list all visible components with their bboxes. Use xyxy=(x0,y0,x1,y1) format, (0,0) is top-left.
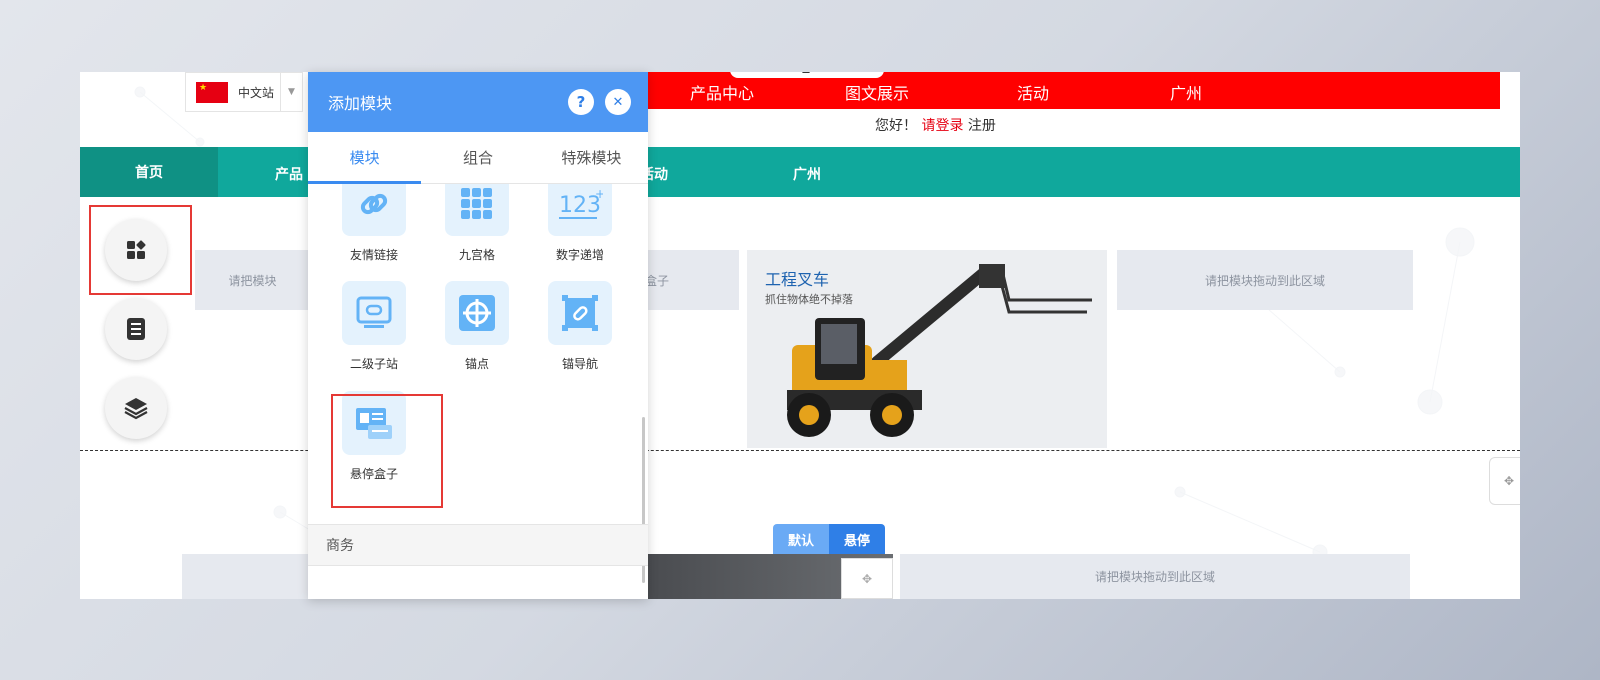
caret-up-icon xyxy=(802,72,810,73)
drop-zone[interactable]: 请把模块拖动到此区域 xyxy=(1117,250,1413,310)
tab-default[interactable]: 默认 xyxy=(773,524,829,554)
top-nav-item[interactable]: 图文展示 xyxy=(845,80,909,104)
section-header-business[interactable]: 商务 xyxy=(308,524,648,566)
tab-combos[interactable]: 组合 xyxy=(421,132,534,183)
close-button[interactable]: ✕ xyxy=(605,89,631,115)
document-icon xyxy=(127,318,145,340)
state-tabs: 默认 悬停 xyxy=(773,524,885,554)
module-label: 数字递增 xyxy=(555,248,604,262)
add-module-panel: 添加模块 ? ✕ 模块 组合 特殊模块 友情链接 九宫格 123 + 数字递增 … xyxy=(308,72,648,599)
main-nav-home[interactable]: 首页 xyxy=(80,147,218,197)
chevron-down-icon[interactable]: ▼ xyxy=(280,73,302,111)
module-number-increment[interactable]: 123 + 数字递增 xyxy=(529,184,631,263)
panel-title: 添加模块 xyxy=(328,94,393,113)
module-label: 九宫格 xyxy=(458,248,495,262)
modules-icon xyxy=(127,240,146,259)
language-selector[interactable]: 中文站 ▼ xyxy=(185,72,303,112)
china-flag-icon xyxy=(196,81,228,103)
module-label: 锚导航 xyxy=(561,357,598,371)
help-button[interactable]: ? xyxy=(568,89,594,115)
drop-zone-text: 请把模块拖动到此区域 xyxy=(1094,570,1215,584)
panel-tabs: 模块 组合 特殊模块 xyxy=(308,132,648,184)
layers-icon xyxy=(124,398,148,420)
anchor-nav-icon xyxy=(548,281,612,345)
row-divider xyxy=(80,450,1520,451)
module-nine-grid[interactable]: 九宫格 xyxy=(426,184,528,263)
module-subsite[interactable]: 二级子站 xyxy=(323,281,425,372)
main-nav-item[interactable]: 产品 xyxy=(275,164,303,184)
module-label: 友情链接 xyxy=(349,248,398,262)
main-nav-item[interactable]: 广州 xyxy=(793,164,821,184)
login-link[interactable]: 请登录 xyxy=(921,118,963,134)
module-anchor[interactable]: 锚点 xyxy=(426,281,528,372)
drop-zone-text: 请把模块 xyxy=(228,273,277,288)
move-icon[interactable]: ✥ xyxy=(1489,457,1520,505)
layers-button[interactable] xyxy=(105,377,167,439)
panel-header: 添加模块 ? ✕ xyxy=(308,72,648,132)
module-anchor-nav[interactable]: 锚导航 xyxy=(529,281,631,372)
top-nav-item[interactable]: 活动 xyxy=(1017,80,1049,104)
number-123-icon: 123 + xyxy=(548,184,612,236)
forklift-image xyxy=(787,264,1092,437)
greeting-text: 您好！ xyxy=(875,118,917,134)
module-label: 二级子站 xyxy=(349,357,398,371)
add-module-button[interactable] xyxy=(105,219,167,281)
drop-zone[interactable]: 请把模块拖动到此区域 xyxy=(900,554,1410,599)
product-banner[interactable]: 工程叉车 抓住物体绝不掉落 xyxy=(747,250,1107,448)
highlight-box xyxy=(331,394,443,508)
top-nav-item[interactable]: 广州 xyxy=(1170,80,1202,104)
drop-zone[interactable]: 盒子 xyxy=(645,250,739,310)
grid-icon xyxy=(445,184,509,236)
tab-hover[interactable]: 悬停 xyxy=(829,524,885,554)
hover-box-image[interactable]: ✥ xyxy=(648,554,893,599)
module-friend-links[interactable]: 友情链接 xyxy=(323,184,425,263)
main-nav-bar: 首页 产品 活动 广州 xyxy=(80,147,1520,197)
drop-zone-text: 盒子 xyxy=(645,273,670,288)
anchor-target-icon xyxy=(445,281,509,345)
tab-special[interactable]: 特殊模块 xyxy=(535,132,648,183)
website-editor-canvas: 中文站 ▼ 产品中心 图文展示 活动 广州 您好！ 请登录 注册 首页 产品 活… xyxy=(80,72,1520,599)
greeting-bar: 您好！ 请登录 注册 xyxy=(875,115,996,135)
tab-modules[interactable]: 模块 xyxy=(308,132,421,183)
page-button[interactable] xyxy=(105,298,167,360)
move-icon[interactable]: ✥ xyxy=(841,558,893,599)
link-icon xyxy=(342,184,406,236)
register-link[interactable]: 注册 xyxy=(968,118,996,134)
module-label: 锚点 xyxy=(464,357,489,371)
drop-zone[interactable]: 请把模块 xyxy=(195,250,310,310)
svg-text:+: + xyxy=(595,187,603,201)
language-label: 中文站 xyxy=(238,85,275,100)
collapse-handle[interactable] xyxy=(730,72,884,78)
drop-zone-text: 请把模块拖动到此区域 xyxy=(1204,273,1325,288)
top-nav-item[interactable]: 产品中心 xyxy=(690,80,754,104)
subsite-icon xyxy=(342,281,406,345)
